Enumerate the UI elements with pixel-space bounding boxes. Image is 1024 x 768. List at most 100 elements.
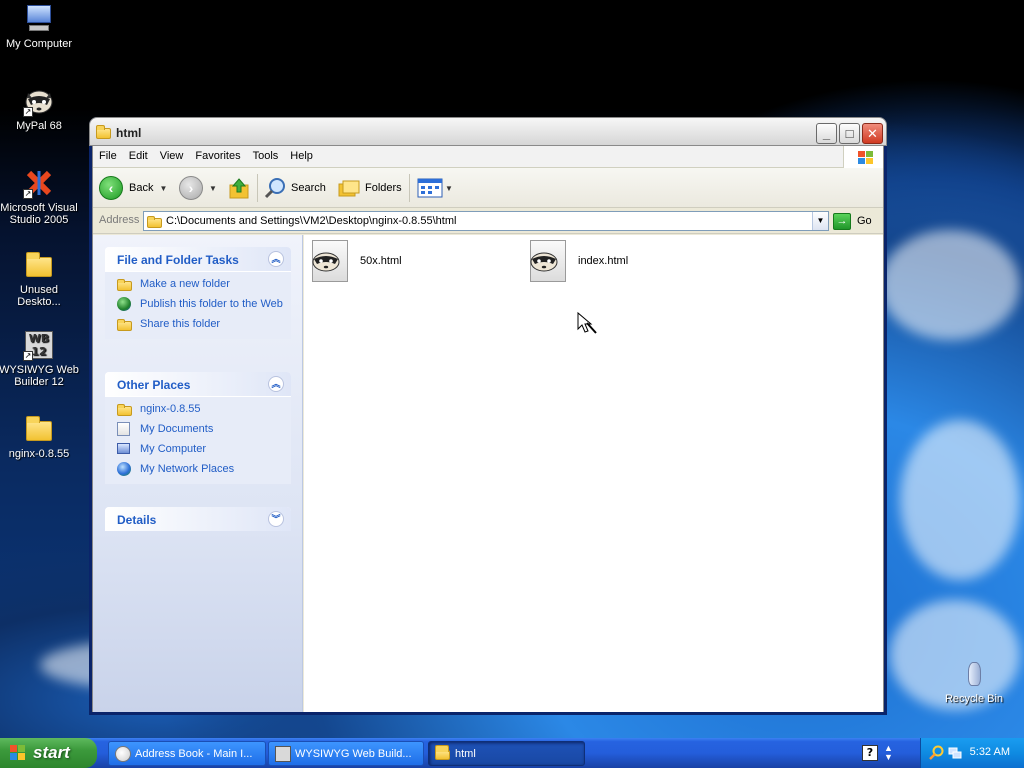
visual-studio-icon: ↗ xyxy=(23,167,55,199)
address-label: Address xyxy=(99,214,140,226)
start-button[interactable]: start xyxy=(0,738,97,768)
taskbar-item-wysiwyg[interactable]: WYSIWYG Web Build... xyxy=(268,741,424,766)
taskbar-item-address-book[interactable]: Address Book - Main I... xyxy=(108,741,266,766)
make-new-folder-link[interactable]: Make a new folder xyxy=(117,278,291,291)
wysiwyg-icon xyxy=(275,746,291,762)
folder-icon xyxy=(96,125,112,139)
link-label: Publish this folder to the Web xyxy=(140,298,283,310)
taskbar-item-label: Address Book - Main I... xyxy=(135,747,253,760)
panel-header[interactable]: Details ︾ xyxy=(105,507,291,531)
title-bar[interactable]: html _ □ ✕ xyxy=(89,117,887,146)
folder-icon xyxy=(147,214,163,228)
menu-bar: File Edit View Favorites Tools Help xyxy=(93,146,883,168)
desktop-icon-label: MyPal 68 xyxy=(16,120,62,132)
forward-arrow-icon: › xyxy=(179,176,203,200)
windows-logo-icon xyxy=(843,146,883,168)
windows-logo-icon xyxy=(10,745,27,761)
up-folder-icon xyxy=(229,178,249,199)
desktop-icon-label: Microsoft Visual Studio 2005 xyxy=(0,202,78,226)
address-dropdown-button[interactable]: ▼ xyxy=(812,212,828,230)
panel-title: File and Folder Tasks xyxy=(117,253,239,267)
desktop-icon-mypal[interactable]: ↗ MyPal 68 xyxy=(0,85,79,132)
collapse-chevron-icon[interactable]: ︽ xyxy=(268,376,284,392)
folders-icon xyxy=(338,180,360,197)
link-label: nginx-0.8.55 xyxy=(140,403,201,415)
link-label: My Computer xyxy=(140,443,207,455)
taskbar-item-label: html xyxy=(455,747,476,760)
file-item[interactable]: index.html xyxy=(526,239,628,283)
forward-button[interactable]: › ▼ xyxy=(179,175,217,201)
views-button[interactable]: ▼ xyxy=(417,175,453,201)
search-button[interactable]: Search xyxy=(263,175,326,201)
menu-favorites[interactable]: Favorites xyxy=(189,146,246,162)
explorer-body: File and Folder Tasks ︽ Make a new folde… xyxy=(93,235,883,712)
desktop-icon-visual-studio[interactable]: ↗ Microsoft Visual Studio 2005 xyxy=(0,167,79,226)
help-icon[interactable]: ? xyxy=(862,745,878,761)
window-client: File Edit View Favorites Tools Help ‹ Back ▼ … xyxy=(92,146,884,712)
menu-help[interactable]: Help xyxy=(284,146,319,162)
link-label: Share this folder xyxy=(140,318,221,330)
minimize-button[interactable]: _ xyxy=(816,123,837,144)
link-label: My Network Places xyxy=(140,463,235,475)
share-folder-link[interactable]: Share this folder xyxy=(117,318,291,331)
file-item[interactable]: 50x.html xyxy=(308,239,402,283)
go-button[interactable]: → Go xyxy=(833,211,872,231)
system-tray: 5:32 AM xyxy=(920,738,1024,768)
explorer-window: html _ □ ✕ File Edit View Favorites Tools Hel… xyxy=(89,117,887,715)
publish-folder-link[interactable]: Publish this folder to the Web xyxy=(117,297,291,311)
maximize-button[interactable]: □ xyxy=(839,123,860,144)
desktop-icon-my-computer[interactable]: My Computer xyxy=(0,3,79,50)
go-arrow-icon: → xyxy=(833,212,851,230)
back-label: Back xyxy=(129,182,154,194)
desktop-icon-label: WYSIWYG Web Builder 12 xyxy=(0,364,79,388)
chevron-down-icon: ▼ xyxy=(159,183,168,193)
search-icon xyxy=(264,178,285,199)
desktop-icon-nginx[interactable]: nginx-0.8.55 xyxy=(0,413,79,460)
folders-button[interactable]: Folders xyxy=(337,175,402,201)
search-icon[interactable] xyxy=(929,745,945,761)
html-file-icon xyxy=(526,240,570,282)
up-folder-button[interactable] xyxy=(227,175,251,201)
window-title: html xyxy=(116,126,142,140)
place-nginx[interactable]: nginx-0.8.55 xyxy=(117,403,291,416)
address-input[interactable]: C:\Documents and Settings\VM2\Desktop\ng… xyxy=(143,211,829,231)
network-icon xyxy=(117,462,131,476)
tray-expand-icon[interactable]: ▲ ▼ xyxy=(884,744,893,762)
html-file-icon xyxy=(308,240,352,282)
panel-header[interactable]: Other Places ︽ xyxy=(105,372,291,396)
new-folder-icon xyxy=(117,277,133,292)
menu-file[interactable]: File xyxy=(93,146,123,162)
other-places-panel: Other Places ︽ nginx-0.8.55 My Documents xyxy=(105,372,291,484)
link-label: Make a new folder xyxy=(140,278,230,290)
clock[interactable]: 5:32 AM xyxy=(970,746,1010,758)
raccoon-icon: ↗ xyxy=(23,85,55,117)
file-list: 50x.html index.html xyxy=(304,235,883,712)
close-button[interactable]: ✕ xyxy=(862,123,883,144)
desktop-icon-label: Recycle Bin xyxy=(944,693,1004,705)
collapse-chevron-icon[interactable]: ︽ xyxy=(268,251,284,267)
taskbar-item-html[interactable]: html xyxy=(428,741,585,766)
desktop-icon-wysiwyg[interactable]: WB 12 ↗ WYSIWYG Web Builder 12 xyxy=(0,329,79,388)
recycle-bin-icon xyxy=(958,658,990,690)
desktop-icon-label: My Computer xyxy=(5,38,73,50)
desktop-icon-recycle-bin[interactable]: Recycle Bin xyxy=(934,658,1014,705)
panel-header[interactable]: File and Folder Tasks ︽ xyxy=(105,247,291,271)
desktop-icon-unused[interactable]: Unused Deskto... xyxy=(0,249,79,308)
cursor-icon xyxy=(577,311,597,334)
go-label: Go xyxy=(857,215,872,227)
place-my-computer[interactable]: My Computer xyxy=(117,443,291,456)
wysiwyg-icon: WB 12 ↗ xyxy=(23,329,55,361)
place-my-documents[interactable]: My Documents xyxy=(117,422,291,436)
menu-view[interactable]: View xyxy=(154,146,190,162)
menu-edit[interactable]: Edit xyxy=(123,146,154,162)
panel-title: Details xyxy=(117,513,157,527)
network-icon[interactable] xyxy=(947,745,963,761)
file-name: index.html xyxy=(578,255,629,267)
place-my-network[interactable]: My Network Places xyxy=(117,462,291,476)
back-button[interactable]: ‹ Back ▼ xyxy=(99,175,167,201)
desktop-icon-label: Unused Deskto... xyxy=(17,284,61,308)
desktop-icon-label: nginx-0.8.55 xyxy=(8,448,70,460)
documents-icon xyxy=(117,422,130,436)
menu-tools[interactable]: Tools xyxy=(247,146,285,162)
expand-chevron-icon[interactable]: ︾ xyxy=(268,511,284,527)
